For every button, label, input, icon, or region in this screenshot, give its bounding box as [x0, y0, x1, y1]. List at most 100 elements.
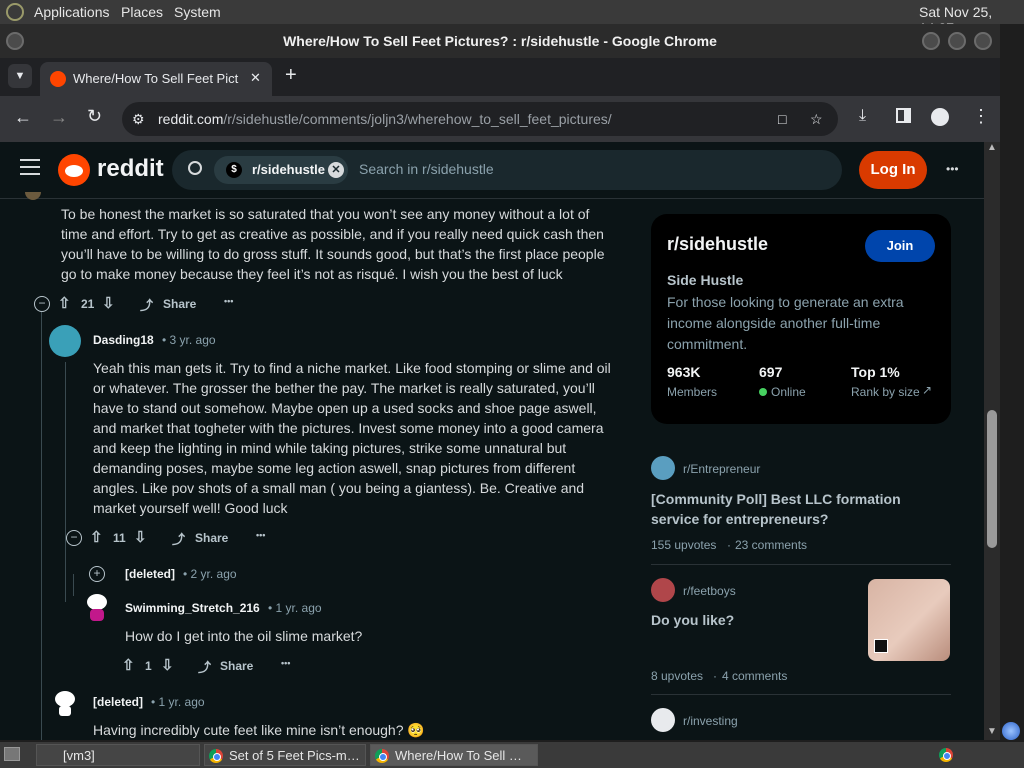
- show-desktop-icon[interactable]: [4, 747, 20, 761]
- tab-search-button[interactable]: ▼: [8, 64, 32, 88]
- share-icon[interactable]: ⤴: [140, 295, 153, 314]
- url-text: reddit.com/r/sidehustle/comments/joljn3/…: [158, 102, 612, 136]
- tab-title: Where/How To Sell Feet Pict: [73, 71, 239, 86]
- related-post[interactable]: r/Entrepreneur [Community Poll] Best LLC…: [651, 454, 951, 554]
- post-thumbnail[interactable]: [868, 579, 950, 661]
- scroll-down-arrow-icon[interactable]: ▼: [987, 726, 997, 737]
- share-button[interactable]: Share: [220, 659, 253, 673]
- post-comments: 4 comments: [722, 669, 788, 683]
- menu-places[interactable]: Places: [121, 4, 163, 20]
- comment-actions: − ⇧ 11 ⇩ ⤴ Share •••: [64, 528, 364, 548]
- reddit-header: reddit $ r/sidehustle ✕ Search in r/side…: [0, 142, 984, 199]
- post-comments: 23 comments: [735, 538, 808, 552]
- thread-line: [73, 574, 74, 596]
- subreddit-name[interactable]: r/sidehustle: [667, 234, 768, 255]
- related-post[interactable]: r/investing: [651, 706, 951, 740]
- share-icon[interactable]: ⤴: [172, 529, 185, 548]
- join-button[interactable]: Join: [865, 230, 935, 262]
- reload-icon[interactable]: ↻: [87, 106, 102, 127]
- downvote-icon[interactable]: ⇩: [102, 294, 115, 312]
- avatar[interactable]: [49, 325, 81, 357]
- login-button[interactable]: Log In: [859, 151, 927, 189]
- install-app-icon[interactable]: □: [778, 102, 786, 136]
- vote-count: 1: [145, 659, 152, 673]
- chrome-tray-icon[interactable]: [939, 748, 953, 762]
- address-bar[interactable]: ⚙ reddit.com/r/sidehustle/comments/joljn…: [122, 102, 838, 136]
- scroll-up-arrow-icon[interactable]: ▲: [987, 142, 997, 153]
- scroll-thumb[interactable]: [987, 410, 997, 548]
- window-titlebar[interactable]: Where/How To Sell Feet Pictures? : r/sid…: [0, 24, 1000, 58]
- taskbar-vm-label: [vm3]: [63, 748, 95, 763]
- taskbar-item-vm[interactable]: [vm3]: [36, 744, 200, 766]
- reddit-logo-icon[interactable]: [58, 154, 90, 186]
- site-info-icon[interactable]: ⚙: [132, 102, 145, 136]
- page-scrollbar[interactable]: ▲ ▼: [984, 142, 1000, 740]
- subreddit-chip-label: r/sidehustle: [252, 162, 325, 177]
- thread-line: [65, 362, 66, 602]
- back-arrow-icon[interactable]: ←: [14, 107, 32, 128]
- url-host: reddit.com: [158, 111, 224, 127]
- share-button[interactable]: Share: [195, 531, 228, 545]
- collapse-icon[interactable]: −: [34, 296, 50, 312]
- subreddit-info-card: r/sidehustle Join Side Hustle For those …: [651, 214, 951, 424]
- avatar[interactable]: [83, 592, 111, 622]
- stat-rank-value: Top 1%: [851, 364, 900, 380]
- tab-active[interactable]: Where/How To Sell Feet Pict ✕: [40, 62, 272, 96]
- share-button[interactable]: Share: [163, 297, 196, 311]
- minimize-button[interactable]: [922, 32, 940, 50]
- hamburger-menu-icon[interactable]: [20, 159, 40, 175]
- upvote-icon[interactable]: ⇧: [58, 294, 71, 312]
- window-menu-button[interactable]: [6, 32, 24, 50]
- comment-username[interactable]: Swimming_Stretch_216: [125, 601, 260, 615]
- post-subreddit[interactable]: r/investing: [683, 714, 738, 728]
- search-subreddit-chip[interactable]: $ r/sidehustle ✕: [214, 156, 348, 184]
- chip-remove-icon[interactable]: ✕: [328, 162, 344, 178]
- menu-applications[interactable]: Applications: [34, 4, 110, 20]
- side-panel-icon[interactable]: [896, 108, 911, 123]
- comment-username: [deleted]: [125, 567, 176, 581]
- taskbar-item-chrome-2[interactable]: Where/How To Sell …: [370, 744, 538, 766]
- comment-age: • 1 yr. ago: [268, 601, 322, 615]
- chrome-menu-icon[interactable]: ⋮: [972, 106, 990, 127]
- stat-online-label: Online: [771, 385, 806, 399]
- new-tab-button[interactable]: +: [285, 64, 297, 87]
- comment-more-button[interactable]: •••: [281, 658, 290, 668]
- comment-more-button[interactable]: •••: [224, 296, 233, 306]
- post-subreddit[interactable]: r/Entrepreneur: [683, 462, 760, 476]
- post-subreddit[interactable]: r/feetboys: [683, 584, 736, 598]
- share-icon[interactable]: ⤴: [198, 657, 211, 676]
- close-window-button[interactable]: [974, 32, 992, 50]
- menu-system[interactable]: System: [174, 4, 221, 20]
- download-icon[interactable]: ⤓: [859, 107, 866, 125]
- collapse-icon[interactable]: −: [66, 530, 82, 546]
- profile-icon[interactable]: [931, 108, 949, 126]
- post-title[interactable]: Do you like?: [651, 610, 851, 630]
- reddit-wordmark[interactable]: reddit: [97, 155, 164, 183]
- comment-more-button[interactable]: •••: [256, 530, 265, 540]
- search-input[interactable]: Search in r/sidehustle: [359, 161, 494, 177]
- search-bar[interactable]: $ r/sidehustle ✕ Search in r/sidehustle: [172, 150, 842, 190]
- upvote-icon[interactable]: ⇧: [90, 528, 103, 546]
- upvote-icon[interactable]: ⇧: [122, 656, 135, 674]
- forward-arrow-icon[interactable]: →: [50, 107, 68, 128]
- os-logo-icon[interactable]: [6, 3, 24, 21]
- search-icon: [188, 161, 202, 175]
- stat-rank-label[interactable]: Rank by size: [851, 385, 920, 399]
- separator-dot: ·: [713, 669, 717, 683]
- downvote-icon[interactable]: ⇩: [161, 656, 174, 674]
- more-options-icon[interactable]: •••: [946, 162, 959, 176]
- expand-icon[interactable]: +: [89, 566, 105, 582]
- post-title[interactable]: [Community Poll] Best LLC formation serv…: [651, 489, 941, 529]
- maximize-button[interactable]: [948, 32, 966, 50]
- tab-close-icon[interactable]: ✕: [250, 70, 261, 86]
- online-dot-icon: [759, 388, 767, 396]
- globe-icon[interactable]: [1002, 722, 1020, 740]
- divider: [651, 694, 951, 695]
- taskbar-item-chrome-1[interactable]: Set of 5 Feet Pics-m…: [204, 744, 366, 766]
- downvote-icon[interactable]: ⇩: [134, 528, 147, 546]
- taskbar-item-label: Where/How To Sell …: [395, 748, 522, 763]
- separator-dot: ·: [727, 538, 731, 552]
- bookmark-star-icon[interactable]: ☆: [810, 102, 823, 136]
- related-post[interactable]: r/feetboys Do you like? 8 upvotes · 4 co…: [651, 576, 951, 686]
- comment-username[interactable]: Dasding18: [93, 333, 154, 347]
